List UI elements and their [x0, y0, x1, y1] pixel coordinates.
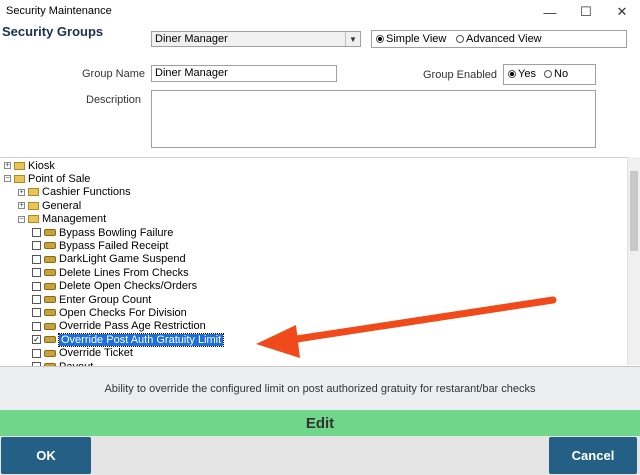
arrow-shaft [286, 296, 557, 344]
arrow-head [256, 325, 300, 358]
cancel-button[interactable]: Cancel [549, 437, 637, 474]
permission-description: Ability to override the configured limit… [104, 383, 536, 395]
button-bar: OK Cancel [0, 436, 640, 475]
edit-button[interactable]: Edit [0, 410, 640, 436]
description-panel: Ability to override the configured limit… [0, 366, 640, 411]
ok-button[interactable]: OK [1, 437, 91, 474]
